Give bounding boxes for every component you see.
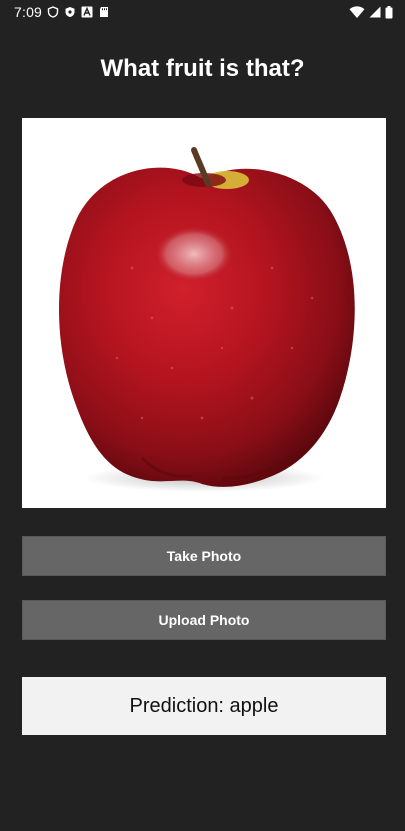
page-title: What fruit is that? (100, 55, 305, 82)
take-photo-button[interactable]: Take Photo (22, 536, 386, 576)
fruit-photo (22, 118, 386, 508)
status-bar: 7:09 (0, 0, 405, 24)
prediction-result: Prediction: apple (22, 677, 386, 735)
font-a-icon (81, 6, 93, 18)
shield-filled-icon (64, 6, 76, 18)
upload-photo-button[interactable]: Upload Photo (22, 600, 386, 640)
shield-outline-icon (47, 6, 59, 18)
battery-icon (385, 5, 393, 18)
sd-card-icon (98, 6, 110, 18)
apple-image (58, 147, 355, 492)
wifi-icon (349, 5, 365, 18)
status-left-group: 7:09 (14, 4, 110, 20)
status-right-group (349, 5, 393, 18)
status-time: 7:09 (14, 4, 43, 20)
signal-icon (369, 6, 381, 18)
